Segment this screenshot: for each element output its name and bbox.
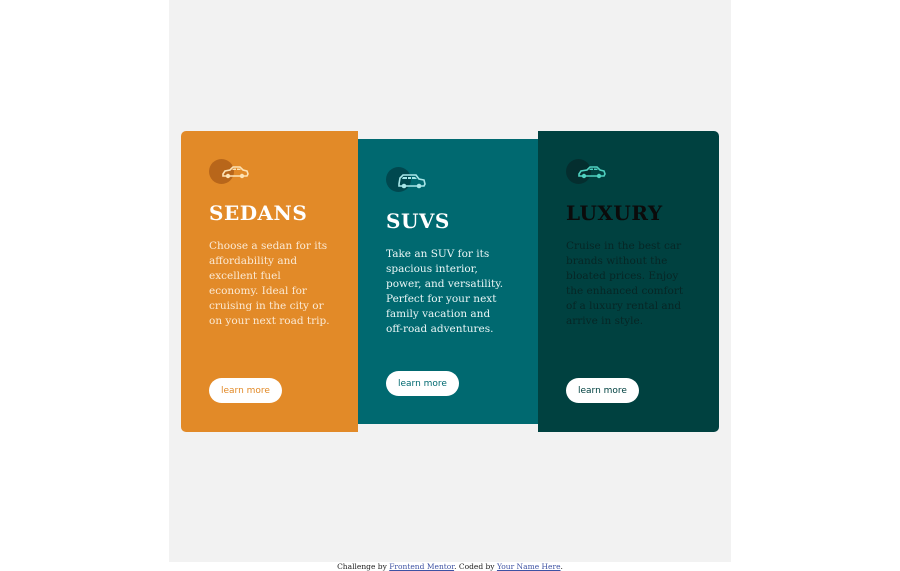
card-luxury: LUXURY Cruise in the best car brands wit… xyxy=(538,131,719,432)
card-sedans: SEDANS Choose a sedan for its affordabil… xyxy=(181,131,358,432)
attribution-suffix: . xyxy=(560,562,563,571)
learn-more-button[interactable]: learn more xyxy=(209,378,282,403)
card-description: Take an SUV for its spacious interior, p… xyxy=(386,248,504,335)
frontend-mentor-link[interactable]: Frontend Mentor xyxy=(389,562,454,571)
luxury-car-icon xyxy=(566,159,610,185)
card-suvs: SUVS Take an SUV for its spacious interi… xyxy=(358,139,538,424)
card-description: Cruise in the best car brands without th… xyxy=(566,240,684,327)
card-title: SUVS xyxy=(386,209,450,233)
attribution-prefix: Challenge by xyxy=(337,562,390,571)
sedan-car-icon xyxy=(209,159,253,185)
card-description: Choose a sedan for its affordability and… xyxy=(209,240,330,327)
learn-more-button[interactable]: learn more xyxy=(566,378,639,403)
card-title: LUXURY xyxy=(566,201,663,225)
learn-more-button[interactable]: learn more xyxy=(386,371,459,396)
card-title: SEDANS xyxy=(209,201,308,225)
author-link[interactable]: Your Name Here xyxy=(497,562,561,571)
attribution: Challenge by Frontend Mentor. Coded by Y… xyxy=(0,562,900,571)
suv-car-icon xyxy=(386,167,430,193)
attribution-middle: . Coded by xyxy=(454,562,497,571)
